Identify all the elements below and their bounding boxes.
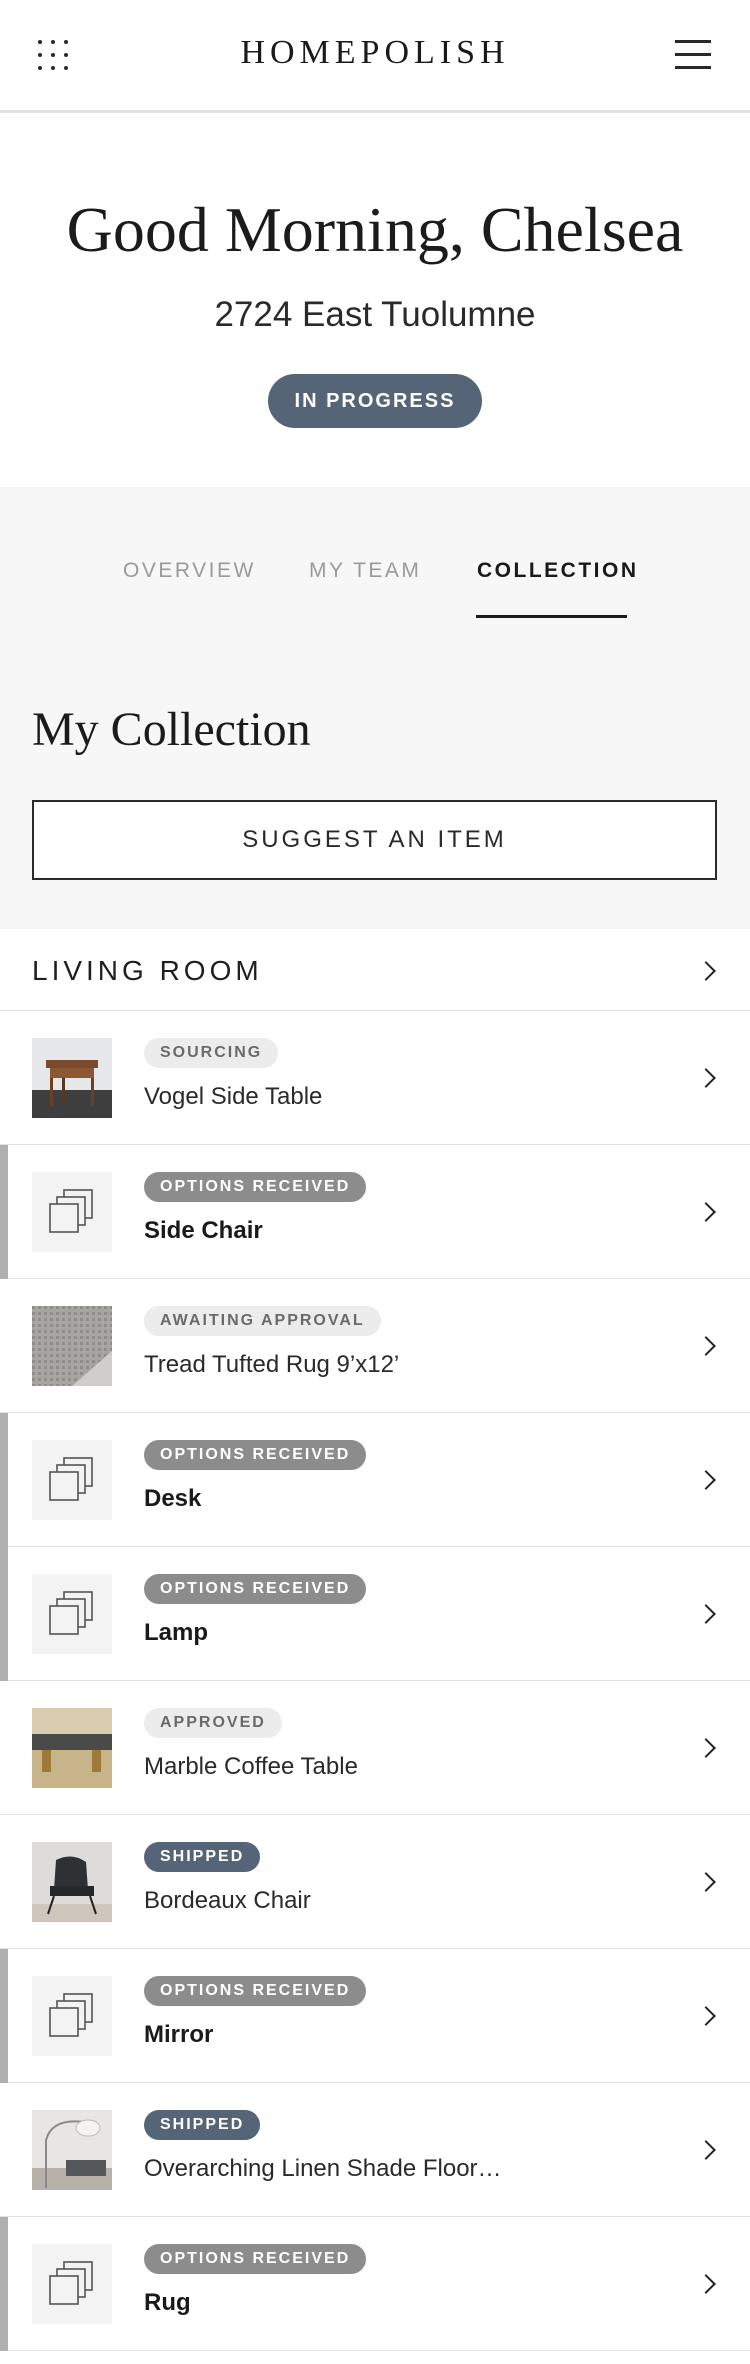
pending-options-indicator — [0, 1413, 8, 1547]
chevron-right-icon — [696, 1872, 716, 1892]
collection-header-section: OVERVIEW MY TEAM COLLECTION My Collectio… — [0, 487, 750, 929]
chevron-right-icon — [696, 1604, 716, 1624]
collection-item-row[interactable]: OPTIONS RECEIVED Desk — [0, 1413, 750, 1547]
item-status-badge: OPTIONS RECEIVED — [144, 2244, 367, 2274]
collection-item-row[interactable]: SHIPPED Overarching Linen Shade Floor… — [0, 2083, 750, 2217]
pending-options-indicator — [0, 1547, 8, 1681]
collection-title: My Collection — [32, 703, 311, 756]
item-name: Tread Tufted Rug 9’x12’ — [144, 1351, 400, 1378]
item-name: Rug — [144, 2289, 191, 2316]
collection-item-row[interactable]: OPTIONS RECEIVED Rug — [0, 2217, 750, 2351]
hamburger-menu-icon[interactable] — [675, 40, 711, 70]
greeting-title: Good Morning, Chelsea — [66, 194, 684, 265]
collection-item-row[interactable]: AWAITING APPROVAL Tread Tufted Rug 9’x12’ — [0, 1279, 750, 1413]
tab-my-team[interactable]: MY TEAM — [309, 559, 421, 583]
chevron-right-icon — [696, 1738, 716, 1758]
item-status-badge: SOURCING — [144, 1038, 279, 1068]
item-thumbnail — [32, 2110, 112, 2190]
chevron-right-icon — [696, 1202, 716, 1222]
suggest-item-button[interactable]: SUGGEST AN ITEM — [32, 800, 717, 880]
item-name: Lamp — [144, 1619, 209, 1646]
brand-logo[interactable]: HOMEPOLISH — [0, 34, 750, 72]
project-address: 2724 East Tuolumne — [214, 295, 536, 334]
item-thumbnail — [32, 1306, 112, 1386]
item-name: Desk — [144, 1485, 202, 1512]
chevron-right-icon — [696, 961, 716, 981]
item-thumbnail — [32, 1708, 112, 1788]
chevron-right-icon — [696, 1336, 716, 1356]
top-bar: HOMEPOLISH — [0, 0, 750, 113]
placeholder-stack-icon — [32, 1172, 112, 1252]
pending-options-indicator — [0, 2217, 8, 2351]
item-status-badge: SHIPPED — [144, 2110, 261, 2140]
placeholder-stack-icon — [32, 1976, 112, 2056]
item-name: Vogel Side Table — [144, 1083, 323, 1110]
item-status-badge: OPTIONS RECEIVED — [144, 1172, 367, 1202]
item-name: Marble Coffee Table — [144, 1753, 358, 1780]
tab-bar: OVERVIEW MY TEAM COLLECTION — [0, 487, 750, 618]
item-status-badge: SHIPPED — [144, 1842, 261, 1872]
item-name: Side Chair — [144, 1217, 263, 1244]
collection-item-row[interactable]: APPROVED Marble Coffee Table — [0, 1681, 750, 1815]
chevron-right-icon — [696, 2274, 716, 2294]
item-status-badge: AWAITING APPROVAL — [144, 1306, 381, 1336]
placeholder-stack-icon — [32, 1440, 112, 1520]
collection-item-row[interactable]: SHIPPED Bordeaux Chair — [0, 1815, 750, 1949]
placeholder-stack-icon — [32, 1574, 112, 1654]
tab-overview[interactable]: OVERVIEW — [123, 559, 256, 583]
collection-item-list: SOURCING Vogel Side Table OPTIONS RECEIVED… — [0, 1011, 750, 2351]
item-status-badge: OPTIONS RECEIVED — [144, 1574, 367, 1604]
collection-item-row[interactable]: OPTIONS RECEIVED Side Chair — [0, 1145, 750, 1279]
chevron-right-icon — [696, 1470, 716, 1490]
collection-item-row[interactable]: SOURCING Vogel Side Table — [0, 1011, 750, 1145]
item-name: Bordeaux Chair — [144, 1887, 311, 1914]
room-label: LIVING ROOM — [32, 955, 263, 986]
collection-item-row[interactable]: OPTIONS RECEIVED Lamp — [0, 1547, 750, 1681]
item-thumbnail — [32, 1842, 112, 1922]
greeting-section: Good Morning, Chelsea 2724 East Tuolumne… — [0, 113, 750, 487]
project-status-badge: IN PROGRESS — [268, 374, 482, 428]
item-name: Mirror — [144, 2021, 214, 2048]
chevron-right-icon — [696, 2140, 716, 2160]
item-status-badge: OPTIONS RECEIVED — [144, 1440, 367, 1470]
placeholder-stack-icon — [32, 2244, 112, 2324]
chevron-right-icon — [696, 1068, 716, 1088]
item-thumbnail — [32, 1038, 112, 1118]
item-status-badge: OPTIONS RECEIVED — [144, 1976, 367, 2006]
tab-collection[interactable]: COLLECTION — [477, 559, 639, 583]
collection-item-row[interactable]: OPTIONS RECEIVED Mirror — [0, 1949, 750, 2083]
item-name: Overarching Linen Shade Floor… — [144, 2155, 502, 2182]
item-status-badge: APPROVED — [144, 1708, 282, 1738]
room-header-living-room[interactable]: LIVING ROOM — [0, 929, 750, 1011]
pending-options-indicator — [0, 1949, 8, 2083]
active-tab-indicator — [476, 615, 627, 618]
chevron-right-icon — [696, 2006, 716, 2026]
pending-options-indicator — [0, 1145, 8, 1279]
